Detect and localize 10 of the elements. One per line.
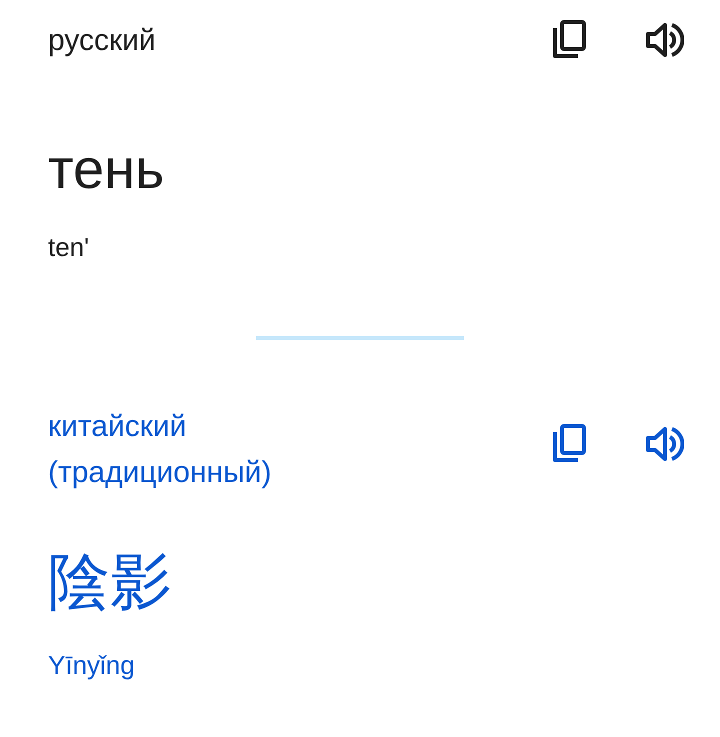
transliteration: ten' <box>48 231 90 264</box>
language-label[interactable]: русский <box>48 18 156 64</box>
speaker-icon[interactable] <box>646 426 684 462</box>
copy-icon[interactable] <box>552 20 588 60</box>
language-label[interactable]: китайский (традиционный) <box>48 404 378 496</box>
source-text: тень <box>48 136 164 202</box>
copy-icon[interactable] <box>552 424 588 464</box>
translated-text: 陰影 <box>48 544 172 620</box>
transliteration: Yīnyǐng <box>48 649 135 682</box>
speaker-icon[interactable] <box>646 22 684 58</box>
